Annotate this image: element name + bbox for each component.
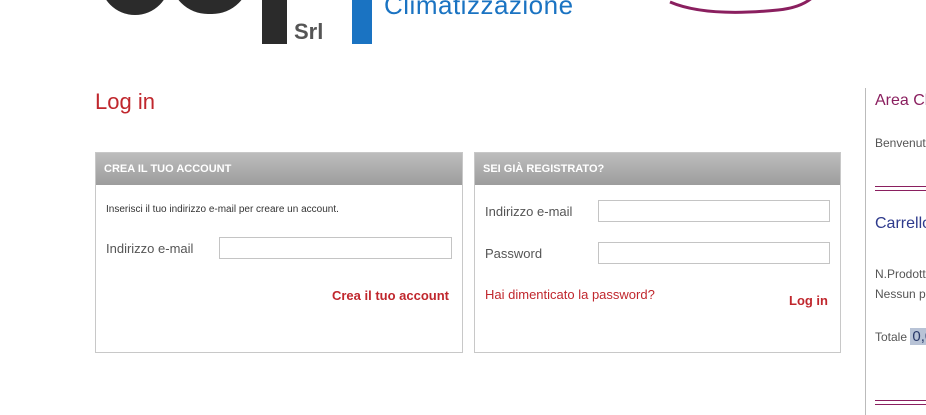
cart-total-label: Totale [875, 330, 908, 344]
welcome-text: Benvenut [875, 136, 926, 150]
cart-products-label: N.Prodott [875, 267, 926, 281]
sidebar-divider [865, 88, 866, 415]
sidebar-rule-1a [875, 186, 926, 187]
logo-bar-dark [262, 0, 287, 44]
cart-title[interactable]: Carrello [875, 215, 926, 233]
forgot-password-link[interactable]: Hai dimenticato la password? [485, 287, 655, 302]
logo-tagline: Climatizzazione [384, 0, 574, 20]
cart-empty-text: Nessun p [875, 287, 926, 301]
create-email-field[interactable] [219, 237, 452, 259]
password-field[interactable] [598, 242, 830, 264]
create-account-button[interactable]: Crea il tuo account [332, 288, 449, 303]
login-heading: SEI GIÀ REGISTRATO? [475, 153, 840, 185]
page-title: Log in [95, 89, 155, 114]
login-button[interactable]: Log in [789, 293, 828, 308]
create-account-heading: CREA IL TUO ACCOUNT [96, 153, 462, 185]
customer-area-title[interactable]: Area Cl [875, 92, 926, 110]
cart-total: Totale 0,0 [875, 328, 926, 345]
sidebar-rule-2a [875, 400, 926, 401]
sidebar-rule-1b [875, 190, 926, 191]
logo-bar-blue [352, 0, 372, 44]
login-panel: SEI GIÀ REGISTRATO? Indirizzo e-mail Pas… [474, 152, 841, 353]
create-email-label: Indirizzo e-mail [106, 241, 194, 256]
decorative-swoosh [669, 0, 812, 14]
logo-suffix: Srl [294, 19, 324, 44]
create-account-panel: CREA IL TUO ACCOUNT Inserisci il tuo ind… [95, 152, 463, 353]
logo-glyph-right [170, 0, 250, 14]
sidebar-rule-2b [875, 404, 926, 405]
password-label: Password [485, 246, 543, 261]
logo-glyph-left [100, 0, 170, 15]
create-account-hint: Inserisci il tuo indirizzo e-mail per cr… [106, 204, 339, 215]
login-email-field[interactable] [598, 200, 830, 222]
login-email-label: Indirizzo e-mail [485, 204, 573, 219]
cart-total-value: 0,0 [910, 328, 926, 345]
